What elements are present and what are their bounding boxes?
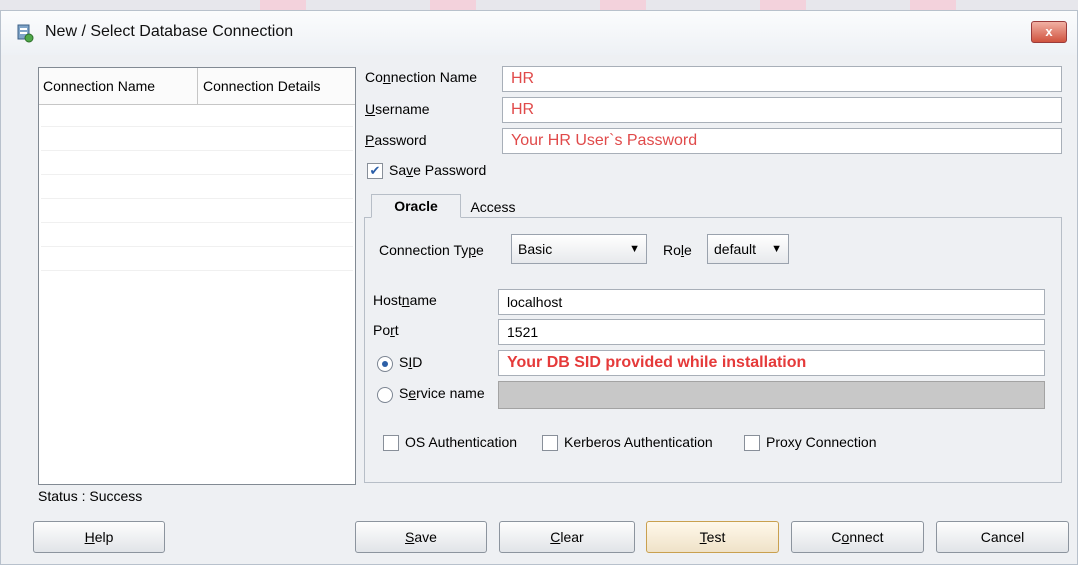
kerberos-authentication-label: Kerberos Authentication bbox=[564, 434, 713, 450]
save-password-label: Save Password bbox=[389, 162, 487, 178]
dialog-window: New / Select Database Connection x Conne… bbox=[0, 10, 1078, 565]
proxy-connection-label: Proxy Connection bbox=[766, 434, 877, 450]
connect-button[interactable]: Connect bbox=[791, 521, 924, 553]
status-text: Status : Success bbox=[38, 488, 143, 504]
save-button[interactable]: Save bbox=[355, 521, 487, 553]
password-field[interactable]: Your HR User`s Password bbox=[502, 128, 1062, 154]
list-item[interactable] bbox=[41, 270, 353, 271]
list-item[interactable] bbox=[41, 174, 353, 175]
list-item[interactable] bbox=[41, 126, 353, 127]
test-button[interactable]: Test bbox=[646, 521, 779, 553]
kerberos-authentication-checkbox[interactable] bbox=[542, 435, 558, 451]
column-divider bbox=[197, 68, 198, 104]
connection-type-select[interactable]: Basic ▼ bbox=[511, 234, 647, 264]
service-name-label: Service name bbox=[399, 385, 485, 401]
list-item[interactable] bbox=[41, 246, 353, 247]
username-field[interactable]: HR bbox=[502, 97, 1062, 123]
list-item[interactable] bbox=[41, 198, 353, 199]
column-header-connection-name[interactable]: Connection Name bbox=[43, 78, 155, 94]
hostname-label: Hostname bbox=[373, 292, 437, 308]
column-header-connection-details[interactable]: Connection Details bbox=[203, 78, 321, 94]
close-button[interactable]: x bbox=[1031, 21, 1067, 43]
password-label: Password bbox=[365, 132, 427, 148]
sid-field[interactable]: Your DB SID provided while installation bbox=[498, 350, 1045, 376]
radio-selected-dot bbox=[382, 361, 388, 367]
port-field[interactable]: 1521 bbox=[498, 319, 1045, 345]
os-authentication-label: OS Authentication bbox=[405, 434, 518, 450]
cancel-button[interactable]: Cancel bbox=[936, 521, 1069, 553]
connection-list-header: Connection Name Connection Details bbox=[39, 68, 355, 105]
sid-radio[interactable] bbox=[377, 356, 393, 372]
os-authentication-checkbox[interactable] bbox=[383, 435, 399, 451]
service-name-radio[interactable] bbox=[377, 387, 393, 403]
dialog-title: New / Select Database Connection bbox=[45, 23, 294, 40]
clear-button[interactable]: Clear bbox=[499, 521, 635, 553]
list-item[interactable] bbox=[41, 150, 353, 151]
sid-label: SID bbox=[399, 354, 423, 370]
proxy-connection-checkbox[interactable] bbox=[744, 435, 760, 451]
role-value: default bbox=[714, 241, 757, 257]
connection-list[interactable]: Connection Name Connection Details bbox=[38, 67, 356, 485]
connection-type-label: Connection Type bbox=[379, 242, 484, 258]
service-name-field bbox=[498, 381, 1045, 409]
list-item[interactable] bbox=[41, 222, 353, 223]
port-label: Port bbox=[373, 322, 399, 338]
dropdown-arrow-icon: ▼ bbox=[771, 243, 782, 255]
hostname-field[interactable]: localhost bbox=[498, 289, 1045, 315]
close-icon: x bbox=[1045, 24, 1053, 39]
connection-type-value: Basic bbox=[518, 241, 553, 257]
connection-name-field[interactable]: HR bbox=[502, 66, 1062, 92]
save-password-checkbox[interactable]: ✔ bbox=[367, 163, 383, 179]
username-label: Username bbox=[365, 101, 430, 117]
role-label: Role bbox=[663, 242, 692, 258]
connection-name-label: Connection Name bbox=[365, 69, 478, 85]
title-bar: New / Select Database Connection x bbox=[1, 11, 1077, 55]
role-select[interactable]: default ▼ bbox=[707, 234, 789, 264]
dropdown-arrow-icon: ▼ bbox=[629, 243, 640, 255]
tab-oracle[interactable]: Oracle bbox=[371, 194, 461, 218]
database-icon bbox=[17, 24, 34, 43]
tab-access[interactable]: Access bbox=[463, 197, 523, 217]
help-button[interactable]: Help bbox=[33, 521, 165, 553]
